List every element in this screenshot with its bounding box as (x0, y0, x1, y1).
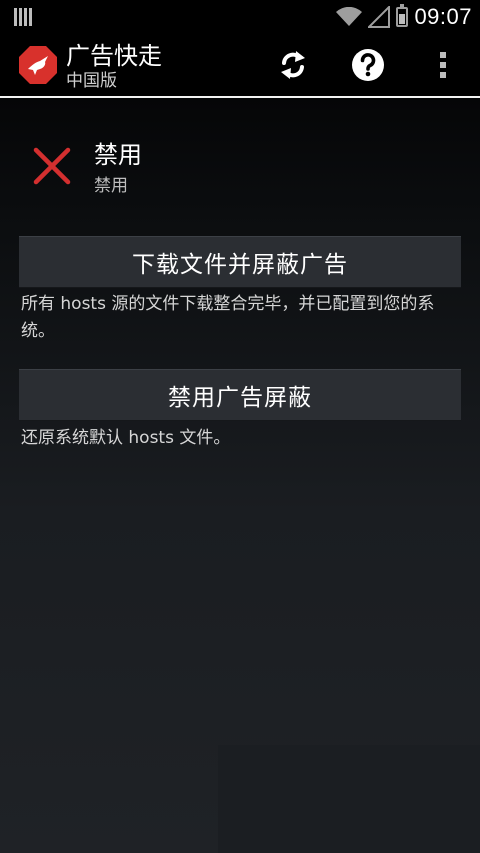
download-description: 所有 hosts 源的文件下载整合完毕，并已配置到您的系统。 (21, 294, 435, 341)
action-bar: 广告快走 中国版 (0, 34, 480, 98)
signal-icon (368, 6, 391, 28)
disable-description: 还原系统默认 hosts 文件。 (21, 428, 231, 448)
app-title: 广告快走 (66, 42, 162, 70)
app-subtitle: 中国版 (66, 71, 117, 91)
help-icon (352, 49, 384, 81)
wifi-icon (336, 7, 363, 26)
notification-icon (14, 8, 32, 26)
refresh-button[interactable] (274, 46, 312, 84)
app-logo-icon[interactable] (18, 45, 58, 85)
status-icons: 09:07 (336, 3, 472, 31)
refresh-icon (281, 51, 305, 79)
status-title: 禁用 (94, 141, 142, 169)
disabled-x-icon (33, 147, 71, 185)
overflow-menu-icon (440, 52, 446, 78)
status-subtitle: 禁用 (94, 176, 128, 196)
download-and-block-button[interactable]: 下载文件并屏蔽广告 (19, 236, 461, 288)
status-bar: 09:07 (0, 0, 480, 34)
clock: 09:07 (414, 4, 472, 29)
overflow-menu-button[interactable] (424, 46, 462, 84)
help-button[interactable] (349, 46, 387, 84)
battery-icon (396, 4, 409, 27)
disable-blocking-button[interactable]: 禁用广告屏蔽 (19, 369, 461, 421)
background-panel (218, 745, 480, 853)
